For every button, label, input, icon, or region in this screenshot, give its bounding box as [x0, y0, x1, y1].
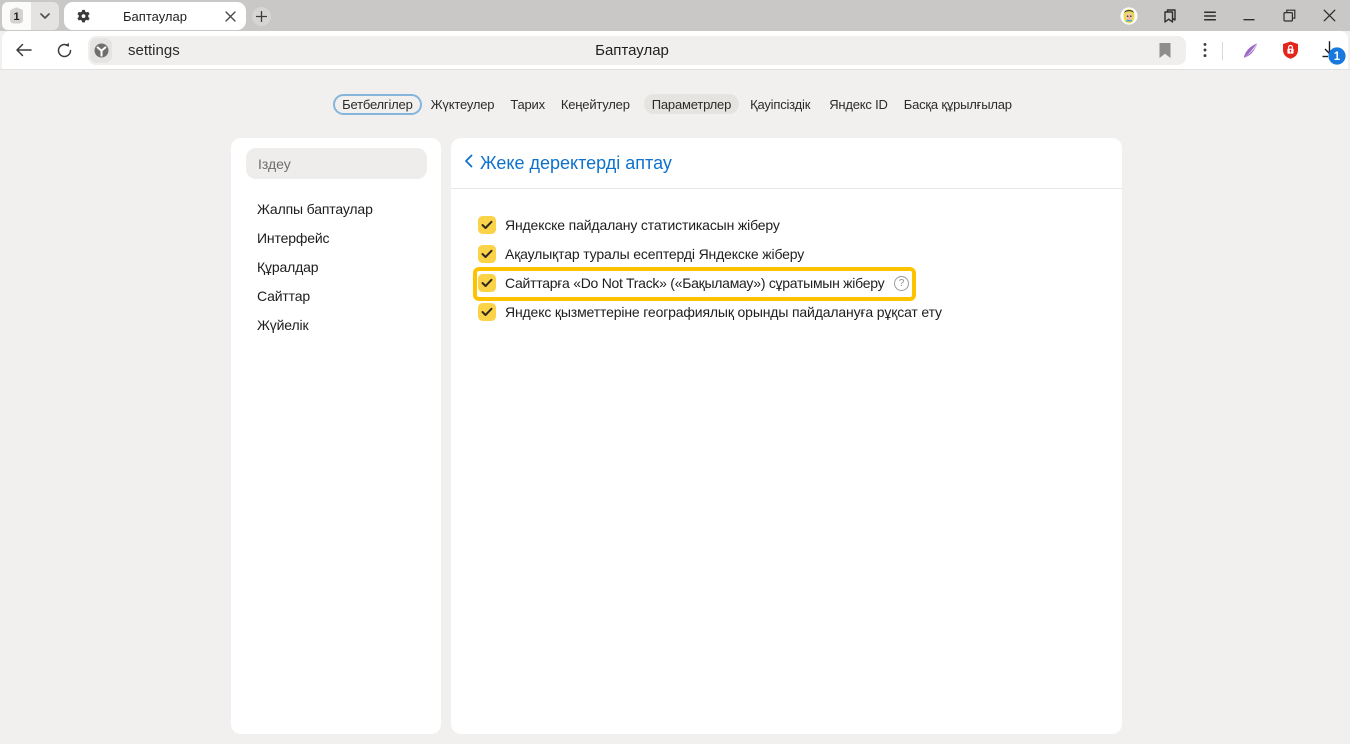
svg-text:1: 1	[1334, 51, 1341, 63]
svg-text:1: 1	[13, 11, 19, 23]
